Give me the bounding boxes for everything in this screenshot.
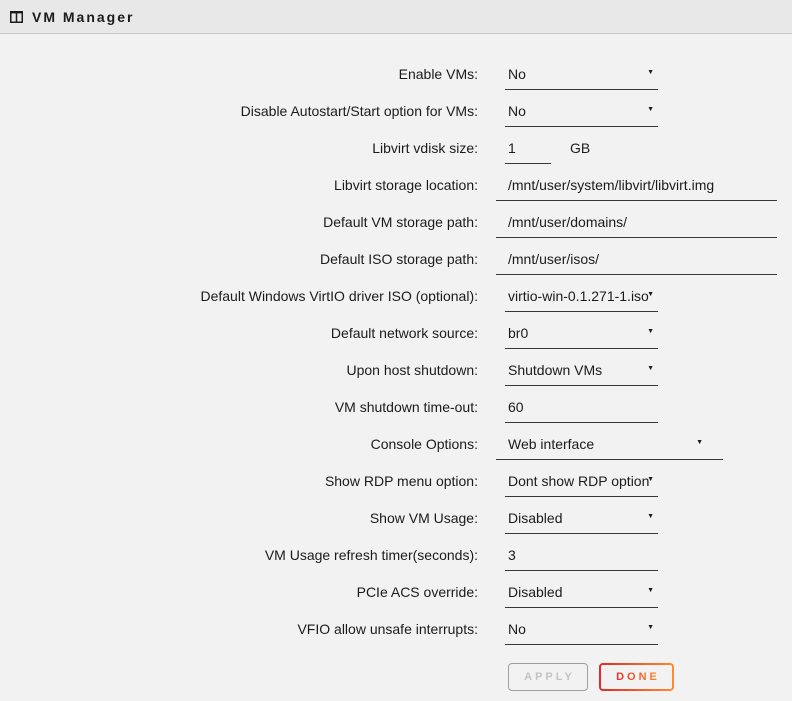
- form-row: Disable Autostart/Start option for VMs: …: [0, 92, 792, 129]
- dropdown-arrow-icon: ▼: [647, 476, 654, 483]
- vm-usage-refresh-timer-control: [478, 547, 658, 571]
- enable-vms-control: No ▼: [478, 66, 658, 90]
- show-vm-usage-label: Show VM Usage:: [0, 510, 478, 526]
- show-vm-usage-control: Disabled ▼: [478, 510, 658, 534]
- done-button-label: DONE: [613, 671, 660, 683]
- libvirt-vdisk-size-suffix: GB: [570, 140, 590, 156]
- form-row: Libvirt vdisk size: GB: [0, 129, 792, 166]
- vfio-allow-unsafe-interrupts-label: VFIO allow unsafe interrupts:: [0, 621, 478, 637]
- pcie-acs-override-label: PCIe ACS override:: [0, 584, 478, 600]
- default-vm-storage-path-control: [478, 214, 777, 238]
- vm-shutdown-timeout-label: VM shutdown time-out:: [0, 399, 478, 415]
- libvirt-storage-location-input[interactable]: [496, 177, 777, 201]
- dropdown-arrow-icon: ▼: [647, 587, 654, 594]
- form-row: Libvirt storage location:: [0, 166, 792, 203]
- disable-autostart-control: No ▼: [478, 103, 658, 127]
- show-vm-usage-select[interactable]: Disabled ▼: [505, 510, 658, 534]
- default-iso-storage-path-input[interactable]: [496, 251, 777, 275]
- form-row: VM shutdown time-out:: [0, 388, 792, 425]
- form-row: Upon host shutdown: Shutdown VMs ▼: [0, 351, 792, 388]
- default-vm-storage-path-input[interactable]: [496, 214, 777, 238]
- vm-shutdown-timeout-input[interactable]: [505, 399, 658, 423]
- libvirt-vdisk-size-input[interactable]: [505, 140, 551, 164]
- default-virtio-driver-iso-selected-value: virtio-win-0.1.271-1.iso: [508, 288, 649, 304]
- dropdown-arrow-icon: ▼: [647, 624, 654, 631]
- done-button[interactable]: DONE: [599, 663, 674, 691]
- upon-host-shutdown-selected-value: Shutdown VMs: [508, 362, 602, 378]
- form-row: Show RDP menu option: Dont show RDP opti…: [0, 462, 792, 499]
- vfio-allow-unsafe-interrupts-select[interactable]: No ▼: [505, 621, 658, 645]
- vm-shutdown-timeout-control: [478, 399, 658, 423]
- console-options-select[interactable]: Web interface ▼: [496, 436, 723, 460]
- libvirt-vdisk-size-label: Libvirt vdisk size:: [0, 140, 478, 156]
- pcie-acs-override-selected-value: Disabled: [508, 584, 562, 600]
- show-rdp-menu-option-control: Dont show RDP option▼: [478, 473, 658, 497]
- show-rdp-menu-option-selected-value: Dont show RDP option: [508, 473, 649, 489]
- libvirt-vdisk-size-control: GB: [478, 140, 590, 164]
- pcie-acs-override-control: Disabled ▼: [478, 584, 658, 608]
- default-network-source-label: Default network source:: [0, 325, 478, 341]
- enable-vms-selected-value: No: [508, 66, 526, 82]
- default-virtio-driver-iso-select[interactable]: virtio-win-0.1.271-1.iso▼: [505, 288, 658, 312]
- vm-usage-refresh-timer-label: VM Usage refresh timer(seconds):: [0, 547, 478, 563]
- libvirt-storage-location-control: [478, 177, 777, 201]
- default-virtio-driver-iso-control: virtio-win-0.1.271-1.iso▼: [478, 288, 658, 312]
- vm-settings-form: Enable VMs: No ▼ Disable Autostart/Start …: [0, 34, 792, 691]
- show-rdp-menu-option-select[interactable]: Dont show RDP option▼: [505, 473, 658, 497]
- upon-host-shutdown-select[interactable]: Shutdown VMs ▼: [505, 362, 658, 386]
- default-virtio-driver-iso-label: Default Windows VirtIO driver ISO (optio…: [0, 288, 478, 304]
- console-options-selected-value: Web interface: [508, 436, 594, 452]
- default-vm-storage-path-label: Default VM storage path:: [0, 214, 478, 230]
- page-title: VM Manager: [32, 9, 134, 25]
- vfio-allow-unsafe-interrupts-selected-value: No: [508, 621, 526, 637]
- form-actions: APPLY DONE: [508, 663, 792, 691]
- default-network-source-control: br0 ▼: [478, 325, 658, 349]
- dropdown-arrow-icon: ▼: [696, 439, 703, 446]
- disable-autostart-label: Disable Autostart/Start option for VMs:: [0, 103, 478, 119]
- vfio-allow-unsafe-interrupts-control: No ▼: [478, 621, 658, 645]
- dropdown-arrow-icon: ▼: [647, 328, 654, 335]
- form-row: Enable VMs: No ▼: [0, 55, 792, 92]
- form-row: PCIe ACS override: Disabled ▼: [0, 573, 792, 610]
- columns-icon: [10, 11, 23, 23]
- vm-usage-refresh-timer-input[interactable]: [505, 547, 658, 571]
- form-row: Default VM storage path:: [0, 203, 792, 240]
- form-row: Default Windows VirtIO driver ISO (optio…: [0, 277, 792, 314]
- pcie-acs-override-select[interactable]: Disabled ▼: [505, 584, 658, 608]
- disable-autostart-select[interactable]: No ▼: [505, 103, 658, 127]
- show-vm-usage-selected-value: Disabled: [508, 510, 562, 526]
- enable-vms-label: Enable VMs:: [0, 66, 478, 82]
- dropdown-arrow-icon: ▼: [647, 291, 654, 298]
- vm-manager-window: VM Manager Enable VMs: No ▼ Disable Autos…: [0, 0, 792, 701]
- console-options-label: Console Options:: [0, 436, 478, 452]
- disable-autostart-selected-value: No: [508, 103, 526, 119]
- form-row: VM Usage refresh timer(seconds):: [0, 536, 792, 573]
- form-row: Show VM Usage: Disabled ▼: [0, 499, 792, 536]
- form-row: Default network source: br0 ▼: [0, 314, 792, 351]
- upon-host-shutdown-control: Shutdown VMs ▼: [478, 362, 658, 386]
- default-network-source-select[interactable]: br0 ▼: [505, 325, 658, 349]
- dropdown-arrow-icon: ▼: [647, 69, 654, 76]
- form-row: Default ISO storage path:: [0, 240, 792, 277]
- upon-host-shutdown-label: Upon host shutdown:: [0, 362, 478, 378]
- titlebar: VM Manager: [0, 0, 792, 34]
- default-iso-storage-path-label: Default ISO storage path:: [0, 251, 478, 267]
- form-rows: Enable VMs: No ▼ Disable Autostart/Start …: [0, 55, 792, 647]
- dropdown-arrow-icon: ▼: [647, 106, 654, 113]
- dropdown-arrow-icon: ▼: [647, 365, 654, 372]
- console-options-control: Web interface ▼: [478, 436, 723, 460]
- enable-vms-select[interactable]: No ▼: [505, 66, 658, 90]
- form-row: Console Options: Web interface ▼: [0, 425, 792, 462]
- dropdown-arrow-icon: ▼: [647, 513, 654, 520]
- libvirt-storage-location-label: Libvirt storage location:: [0, 177, 478, 193]
- show-rdp-menu-option-label: Show RDP menu option:: [0, 473, 478, 489]
- apply-button[interactable]: APPLY: [508, 663, 588, 691]
- default-network-source-selected-value: br0: [508, 325, 528, 341]
- default-iso-storage-path-control: [478, 251, 777, 275]
- form-row: VFIO allow unsafe interrupts: No ▼: [0, 610, 792, 647]
